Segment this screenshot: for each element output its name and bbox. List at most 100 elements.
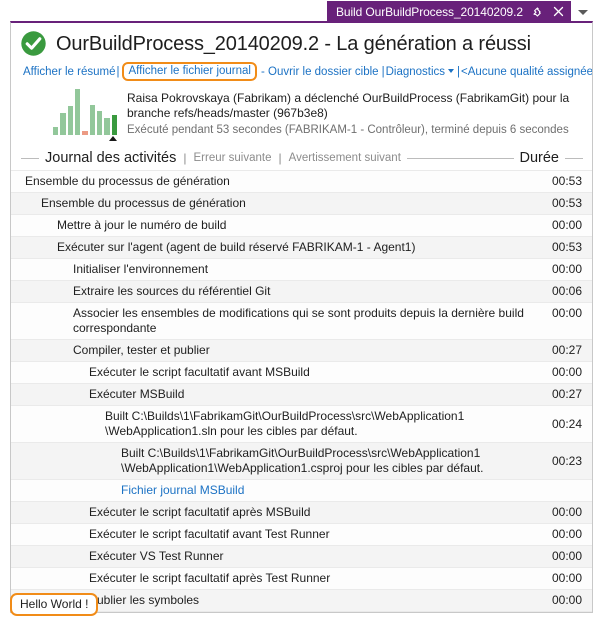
build-quality-link[interactable]: <Aucune qualité assignée> bbox=[461, 66, 592, 78]
table-row[interactable]: Mettre à jour le numéro de build 00:00 bbox=[11, 214, 592, 236]
log-row-duration: 00:00 bbox=[551, 262, 582, 276]
pin-icon[interactable] bbox=[531, 5, 544, 19]
log-row-label: Exécuter MSBuild bbox=[89, 387, 185, 401]
table-row[interactable]: Exécuter sur l'agent (agent de build rés… bbox=[11, 236, 592, 258]
header-rule-left bbox=[21, 157, 39, 159]
activity-log-list[interactable]: Ensemble du processus de génération 00:53… bbox=[11, 170, 592, 612]
tab-title: Build OurBuildProcess_20140209.2 bbox=[336, 4, 523, 19]
log-row-duration: 00:53 bbox=[551, 196, 582, 210]
table-row[interactable]: Fichier journal MSBuild bbox=[11, 479, 592, 501]
log-row-label: Initialiser l'environnement bbox=[73, 262, 209, 276]
log-row-label: Exécuter le script facultatif avant MSBu… bbox=[89, 365, 310, 379]
chevron-down-icon[interactable] bbox=[574, 4, 592, 20]
log-row-duration: 00:27 bbox=[551, 387, 582, 401]
table-row[interactable]: Associer les ensembles de modifications … bbox=[11, 302, 592, 339]
chart-bar[interactable] bbox=[89, 105, 95, 135]
table-row[interactable]: Exécuter VS Test Runner 00:00 bbox=[11, 545, 592, 567]
log-row-label: Ensemble du processus de génération bbox=[41, 196, 246, 210]
duration-info: Exécuté pendant 53 secondes (FABRIKAM-1 … bbox=[127, 124, 569, 136]
summary-text: Raisa Pokrovskaya (Fabrikam) a déclenché… bbox=[127, 89, 586, 138]
chart-bar[interactable] bbox=[104, 118, 110, 135]
view-summary-link[interactable]: Afficher le résumé bbox=[23, 66, 115, 78]
trigger-info: Raisa Pokrovskaya (Fabrikam) a déclenché… bbox=[127, 91, 570, 120]
view-log-link[interactable]: Afficher le fichier journal bbox=[128, 65, 251, 77]
chart-bar[interactable] bbox=[96, 111, 103, 135]
log-row-duration: 00:00 bbox=[551, 593, 582, 607]
table-row[interactable]: Ensemble du processus de génération 00:53 bbox=[11, 170, 592, 192]
table-row[interactable]: Ensemble du processus de génération 00:53 bbox=[11, 192, 592, 214]
log-row-label: Exécuter sur l'agent (agent de build rés… bbox=[57, 240, 416, 254]
table-row[interactable]: Compiler, tester et publier 00:27 bbox=[11, 339, 592, 361]
table-row[interactable]: Initialiser l'environnement 00:00 bbox=[11, 258, 592, 280]
log-row-duration: 00:23 bbox=[551, 453, 582, 468]
log-row-duration: 00:27 bbox=[551, 343, 582, 357]
header-rule-middle bbox=[406, 157, 514, 159]
log-row-duration: 00:06 bbox=[551, 284, 582, 298]
build-details-panel: OurBuildProcess_20140209.2 - La générati… bbox=[10, 21, 593, 613]
header-separator-1: | bbox=[183, 151, 187, 165]
log-row-duration: 00:00 bbox=[551, 549, 582, 563]
log-row-label: Extraire les sources du référentiel Git bbox=[73, 284, 271, 298]
table-row[interactable]: Built C:\Builds\1\FabrikamGit\OurBuildPr… bbox=[11, 405, 592, 442]
log-row-label: Exécuter le script facultatif avant Test… bbox=[89, 527, 330, 541]
duration-column-header: Durée bbox=[519, 150, 560, 166]
log-row-label: Built C:\Builds\1\FabrikamGit\OurBuildPr… bbox=[105, 409, 465, 438]
log-row-link[interactable]: Fichier journal MSBuild bbox=[11, 483, 548, 498]
links-separator-1: | bbox=[116, 65, 120, 78]
activity-log-header: Journal des activités | Erreur suivante … bbox=[11, 150, 592, 166]
log-row-duration: 00:00 bbox=[551, 306, 582, 320]
chart-bar[interactable] bbox=[74, 89, 81, 135]
table-row[interactable]: Exécuter le script facultatif après MSBu… bbox=[11, 501, 592, 523]
diagnostics-link[interactable]: Diagnostics bbox=[386, 66, 445, 78]
open-drop-folder-link[interactable]: - Ouvrir le dossier cible bbox=[259, 66, 381, 78]
chart-bars bbox=[53, 89, 117, 135]
build-summary-window: Build OurBuildProcess_20140209.2 OurBuil… bbox=[0, 0, 600, 620]
table-row[interactable]: Built C:\Builds\1\FabrikamGit\OurBuildPr… bbox=[11, 442, 592, 479]
build-summary-section: Raisa Pokrovskaya (Fabrikam) a déclenché… bbox=[11, 81, 592, 141]
log-row-duration: 00:53 bbox=[551, 240, 582, 254]
title-row: OurBuildProcess_20140209.2 - La générati… bbox=[11, 30, 592, 57]
next-warning-link[interactable]: Avertissement suivant bbox=[289, 151, 401, 165]
command-links-row: Afficher le résumé | Afficher le fichier… bbox=[11, 62, 592, 81]
log-row-duration: 00:00 bbox=[551, 571, 582, 585]
current-build-marker-icon bbox=[109, 136, 117, 141]
log-row-duration: 00:53 bbox=[551, 174, 582, 188]
annotation-callout: Hello World ! bbox=[10, 593, 99, 616]
table-row[interactable]: Exécuter le script facultatif après Test… bbox=[11, 567, 592, 589]
log-row-label: Exécuter le script facultatif après MSBu… bbox=[89, 505, 311, 519]
log-row-label: Exécuter VS Test Runner bbox=[89, 549, 224, 563]
build-history-chart[interactable] bbox=[53, 89, 117, 141]
header-rule-right bbox=[565, 157, 583, 159]
page-title: OurBuildProcess_20140209.2 - La générati… bbox=[56, 32, 531, 55]
log-row-label: Exécuter le script facultatif après Test… bbox=[89, 571, 331, 585]
chart-bar[interactable] bbox=[82, 131, 88, 135]
success-check-icon bbox=[20, 30, 47, 57]
diagnostics-chevron-down-icon[interactable] bbox=[448, 69, 455, 73]
log-row-duration: 00:00 bbox=[551, 218, 582, 232]
log-row-duration: 00:00 bbox=[551, 505, 582, 519]
header-separator-2: | bbox=[278, 151, 282, 165]
log-row-duration: 00:00 bbox=[551, 365, 582, 379]
view-log-link-highlight: Afficher le fichier journal bbox=[122, 62, 257, 81]
panel-header: OurBuildProcess_20140209.2 - La générati… bbox=[11, 23, 592, 81]
tab-build-summary[interactable]: Build OurBuildProcess_20140209.2 bbox=[327, 1, 571, 22]
next-error-link[interactable]: Erreur suivante bbox=[194, 151, 272, 165]
log-row-duration: 00:24 bbox=[551, 416, 582, 431]
table-row[interactable]: Extraire les sources du référentiel Git 0… bbox=[11, 280, 592, 302]
chart-bar[interactable] bbox=[111, 115, 117, 135]
tab-strip: Build OurBuildProcess_20140209.2 bbox=[0, 0, 600, 22]
close-icon[interactable] bbox=[552, 5, 565, 19]
chart-bar[interactable] bbox=[53, 126, 59, 135]
chart-bar[interactable] bbox=[67, 106, 73, 135]
log-row-label: Associer les ensembles de modifications … bbox=[73, 306, 524, 335]
hello-world-annotation: Hello World ! bbox=[10, 593, 99, 616]
table-row[interactable]: Exécuter le script facultatif avant MSBu… bbox=[11, 361, 592, 383]
log-row-duration: 00:00 bbox=[551, 527, 582, 541]
table-row[interactable]: Exécuter MSBuild 00:27 bbox=[11, 383, 592, 405]
log-row-label: Built C:\Builds\1\FabrikamGit\OurBuildPr… bbox=[121, 446, 484, 475]
log-row-label: Ensemble du processus de génération bbox=[25, 174, 230, 188]
table-row[interactable]: Exécuter le script facultatif avant Test… bbox=[11, 523, 592, 545]
activity-log-title: Journal des activités bbox=[45, 150, 177, 166]
chart-bar[interactable] bbox=[60, 112, 66, 135]
log-row-label: Mettre à jour le numéro de build bbox=[57, 218, 227, 232]
